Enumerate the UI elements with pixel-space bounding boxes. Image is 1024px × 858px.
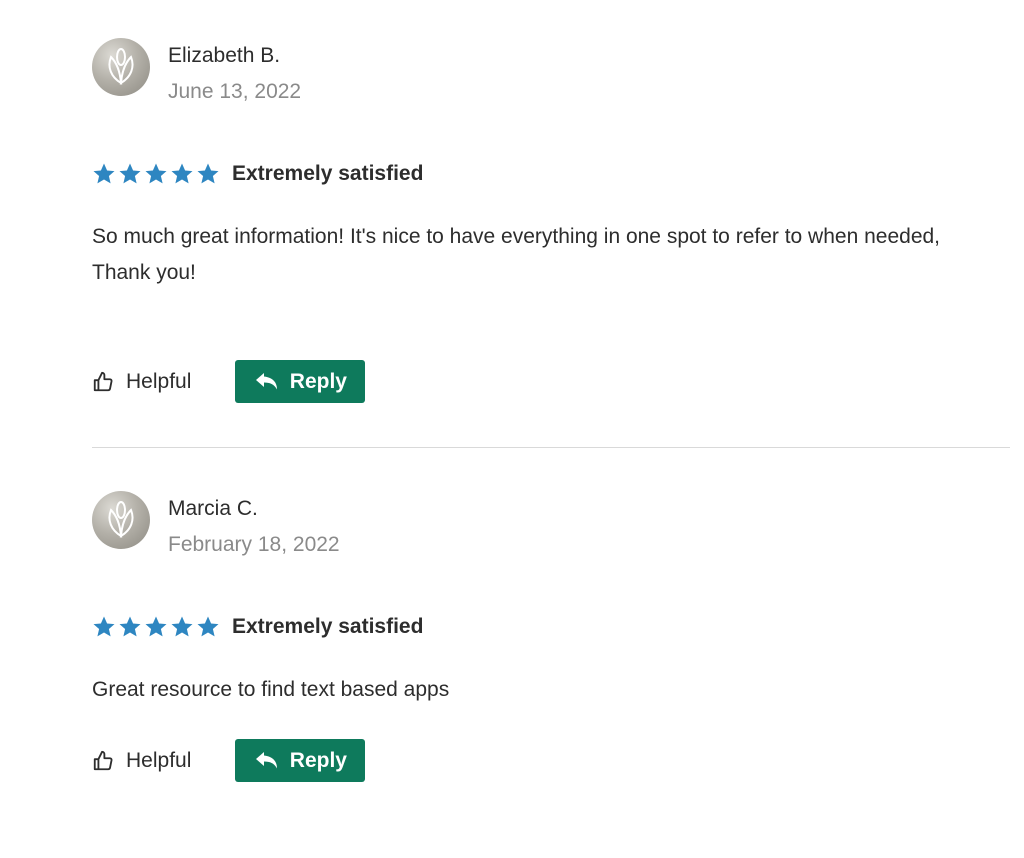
author-name: Marcia C. bbox=[168, 497, 258, 520]
review-card: Elizabeth B. June 13, 2022 Extremely sat… bbox=[92, 38, 1010, 403]
star-icon bbox=[119, 163, 141, 184]
review-actions: Helpful Reply bbox=[92, 360, 366, 403]
thumbs-up-icon bbox=[93, 371, 113, 391]
author-meta: Marcia C. February 18, 2022 bbox=[168, 491, 340, 559]
star-rating bbox=[92, 162, 220, 186]
star-icon bbox=[171, 163, 193, 184]
rating-row: Extremely satisfied bbox=[92, 613, 1010, 641]
star-icon bbox=[93, 163, 115, 184]
helpful-label: Helpful bbox=[126, 748, 192, 772]
star-icon bbox=[93, 616, 115, 637]
reply-arrow-icon bbox=[255, 372, 277, 389]
rating-row: Extremely satisfied bbox=[92, 160, 1010, 188]
reply-button[interactable]: Reply bbox=[235, 360, 366, 403]
avatar bbox=[92, 38, 150, 96]
star-icon bbox=[145, 616, 167, 637]
review-divider bbox=[92, 447, 1010, 448]
star-icon bbox=[145, 163, 167, 184]
leaf-logo-icon bbox=[108, 48, 134, 85]
thumbs-up-icon bbox=[93, 750, 113, 770]
review-card: Marcia C. February 18, 2022 Extremely sa… bbox=[92, 491, 1010, 782]
star-rating bbox=[92, 615, 220, 639]
star-icon bbox=[171, 616, 193, 637]
star-icon bbox=[197, 616, 219, 637]
leaf-logo-icon bbox=[108, 501, 134, 538]
review-actions: Helpful Reply bbox=[92, 739, 366, 782]
star-icon bbox=[119, 616, 141, 637]
review-author-row: Elizabeth B. June 13, 2022 bbox=[92, 38, 1010, 108]
review-body: So much great information! It's nice to … bbox=[92, 225, 941, 284]
author-meta: Elizabeth B. June 13, 2022 bbox=[168, 38, 301, 106]
reply-label: Reply bbox=[289, 369, 347, 393]
reviews-list: Elizabeth B. June 13, 2022 Extremely sat… bbox=[0, 0, 1024, 858]
rating-label: Extremely satisfied bbox=[232, 615, 424, 638]
star-icon bbox=[197, 163, 219, 184]
review-author-row: Marcia C. February 18, 2022 bbox=[92, 491, 1010, 561]
reply-button[interactable]: Reply bbox=[235, 739, 366, 782]
avatar bbox=[92, 491, 150, 549]
review-body: Great resource to find text based apps bbox=[92, 678, 450, 701]
helpful-label: Helpful bbox=[126, 369, 192, 393]
review-date: February 18, 2022 bbox=[168, 533, 340, 556]
author-name: Elizabeth B. bbox=[168, 44, 281, 67]
rating-label: Extremely satisfied bbox=[232, 162, 424, 185]
reply-label: Reply bbox=[289, 748, 347, 772]
reply-arrow-icon bbox=[255, 751, 277, 768]
helpful-button[interactable]: Helpful bbox=[92, 749, 191, 773]
review-date: June 13, 2022 bbox=[168, 80, 302, 103]
helpful-button[interactable]: Helpful bbox=[92, 370, 191, 394]
